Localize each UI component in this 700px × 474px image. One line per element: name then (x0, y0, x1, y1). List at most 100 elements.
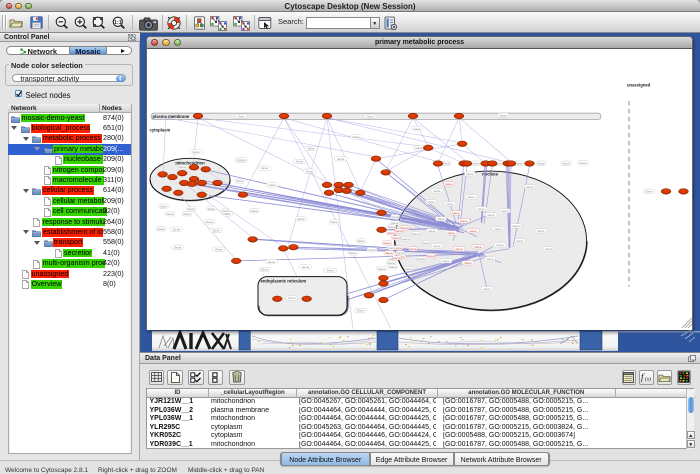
svg-text:Gene: Gene (445, 182, 453, 186)
svg-text:Gene: Gene (166, 212, 174, 216)
svg-text:Gene: Gene (192, 150, 200, 154)
svg-text:Gene: Gene (428, 229, 436, 233)
svg-text:Gene: Gene (212, 229, 220, 233)
svg-text:Gene: Gene (378, 267, 386, 271)
svg-text:Gene: Gene (447, 231, 455, 235)
svg-text:Gene: Gene (157, 227, 165, 231)
svg-text:Gene: Gene (178, 165, 186, 169)
svg-text:Gene: Gene (477, 207, 485, 211)
svg-text:Gene: Gene (208, 207, 216, 211)
svg-text:Gene: Gene (433, 244, 441, 248)
svg-text:Gene: Gene (442, 162, 450, 166)
svg-text:Gene: Gene (385, 251, 393, 255)
svg-text:Gene: Gene (417, 257, 425, 261)
svg-text:Gene: Gene (422, 241, 430, 245)
svg-text:Gene: Gene (455, 247, 463, 251)
svg-text:Gene: Gene (215, 247, 223, 251)
svg-text:Gene: Gene (516, 239, 524, 243)
svg-text:Gene: Gene (446, 202, 454, 206)
svg-text:Gene: Gene (396, 251, 404, 255)
svg-text:Gene: Gene (296, 160, 304, 164)
svg-text:Gene: Gene (469, 229, 477, 233)
svg-text:Gene: Gene (387, 231, 395, 235)
svg-text:Gene: Gene (486, 257, 494, 261)
svg-text:Gene: Gene (268, 260, 276, 264)
svg-text:Gene: Gene (307, 147, 315, 151)
svg-text:cytoplasm: cytoplasm (150, 127, 171, 132)
svg-text:Gene: Gene (330, 220, 338, 224)
svg-text:Gene: Gene (467, 195, 475, 199)
svg-text:Gene: Gene (499, 113, 507, 117)
svg-text:Gene: Gene (357, 239, 365, 243)
svg-text:Gene: Gene (306, 169, 314, 173)
svg-text:Gene: Gene (261, 166, 269, 170)
svg-text:(x): (x) (645, 376, 651, 383)
svg-text:Gene: Gene (487, 213, 495, 217)
svg-text:Gene: Gene (415, 146, 423, 150)
svg-text:Gene: Gene (352, 135, 360, 139)
svg-text:Gene: Gene (442, 259, 450, 263)
svg-text:Gene: Gene (413, 127, 421, 131)
svg-text:Gene: Gene (288, 296, 296, 300)
svg-text:1:1: 1:1 (113, 20, 121, 26)
svg-text:Gene: Gene (391, 215, 399, 219)
svg-text:Gene: Gene (297, 217, 305, 221)
svg-text:Gene: Gene (173, 227, 181, 231)
svg-text:Gene: Gene (496, 243, 504, 247)
svg-text:Gene: Gene (236, 179, 244, 183)
svg-text:Gene: Gene (437, 217, 445, 221)
svg-text:Gene: Gene (579, 161, 587, 165)
svg-text:Gene: Gene (327, 269, 335, 273)
svg-text:Gene: Gene (464, 261, 472, 265)
svg-text:Gene: Gene (337, 157, 345, 161)
svg-text:Gene: Gene (427, 254, 435, 258)
svg-text:Gene: Gene (562, 161, 570, 165)
svg-text:unassigned: unassigned (627, 82, 651, 87)
svg-text:Gene: Gene (472, 161, 480, 165)
svg-text:Gene: Gene (357, 309, 365, 313)
svg-text:Gene: Gene (222, 209, 230, 213)
svg-text:Gene: Gene (392, 236, 400, 240)
svg-text:Gene: Gene (383, 241, 391, 245)
svg-text:Gene: Gene (237, 115, 245, 119)
svg-text:Gene: Gene (187, 207, 195, 211)
svg-text:Gene: Gene (183, 212, 191, 216)
svg-text:Gene: Gene (537, 161, 545, 165)
svg-text:Gene: Gene (160, 205, 168, 209)
svg-text:Gene: Gene (483, 287, 491, 291)
svg-text:Gene: Gene (427, 200, 435, 204)
svg-text:Gene: Gene (261, 268, 269, 272)
svg-text:Gene: Gene (645, 190, 653, 194)
svg-text:Gene: Gene (512, 224, 520, 228)
svg-text:Gene: Gene (409, 247, 417, 251)
svg-text:Gene: Gene (401, 226, 409, 230)
svg-text:Gene: Gene (251, 209, 259, 213)
svg-text:Gene: Gene (460, 219, 468, 223)
svg-text:Gene: Gene (474, 245, 482, 249)
svg-text:Gene: Gene (515, 161, 523, 165)
svg-text:Gene: Gene (349, 251, 357, 255)
svg-text:Gene: Gene (412, 232, 420, 236)
svg-text:endoplasmic reticulum: endoplasmic reticulum (261, 279, 307, 284)
svg-text:Gene: Gene (501, 209, 509, 213)
svg-text:Gene: Gene (433, 189, 441, 193)
svg-text:Gene: Gene (302, 265, 310, 269)
svg-text:Gene: Gene (389, 265, 397, 269)
svg-text:Gene: Gene (393, 256, 401, 260)
svg-text:Gene: Gene (366, 115, 374, 119)
svg-text:Gene: Gene (494, 227, 502, 231)
svg-text:Gene: Gene (368, 248, 376, 252)
svg-text:Gene: Gene (452, 211, 460, 215)
svg-text:Gene: Gene (405, 267, 413, 271)
svg-text:Gene: Gene (206, 220, 214, 224)
svg-text:Gene: Gene (174, 245, 182, 249)
svg-text:Gene: Gene (238, 158, 246, 162)
svg-text:Gene: Gene (466, 172, 474, 176)
svg-text:Gene: Gene (269, 183, 277, 187)
svg-text:Gene: Gene (537, 229, 545, 233)
svg-text:Gene: Gene (402, 237, 410, 241)
svg-text:Gene: Gene (526, 185, 534, 189)
svg-text:nucleus: nucleus (482, 171, 498, 176)
svg-text:Gene: Gene (545, 247, 553, 251)
svg-text:Gene: Gene (388, 246, 396, 250)
